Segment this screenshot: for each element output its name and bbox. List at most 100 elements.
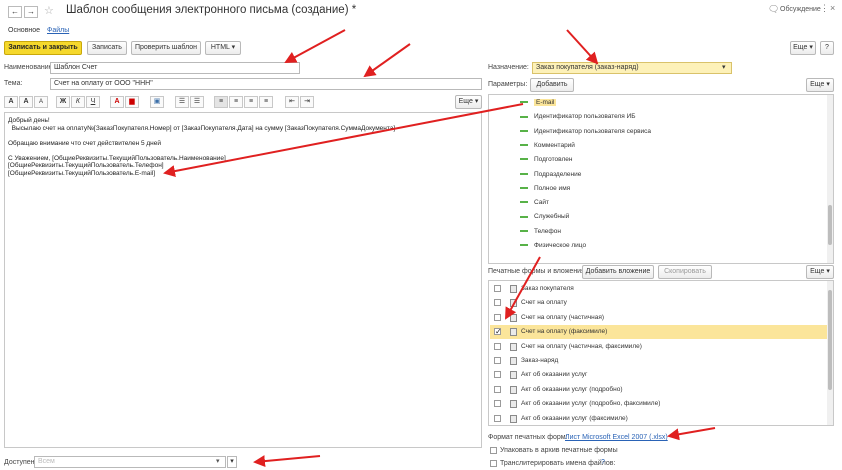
bold-button[interactable]: Ж (56, 96, 70, 108)
print-form-checkbox[interactable] (494, 299, 501, 307)
underline-button[interactable]: Ч (86, 96, 100, 108)
check-template-button[interactable]: Проверить шаблон (131, 41, 201, 55)
print-form-row[interactable]: Акт об оказании услуг (подробно, факсими… (490, 397, 828, 411)
document-icon (510, 357, 517, 365)
more-button-top[interactable]: Еще ▾ (790, 41, 816, 55)
param-dash-icon (520, 101, 528, 104)
param-item[interactable]: Служебный (520, 213, 569, 220)
param-dash-icon (520, 129, 528, 132)
font-increase-button[interactable]: A (19, 96, 33, 108)
print-form-row[interactable]: Заказ покупателя (490, 282, 828, 296)
params-more-label: Еще (810, 81, 825, 88)
format-link[interactable]: Лист Microsoft Excel 2007 (.xlsx) (565, 434, 668, 441)
print-form-checkbox[interactable] (494, 371, 501, 379)
add-attachment-button[interactable]: Добавить вложение (582, 265, 654, 279)
highlight-color-button[interactable]: ▆ (125, 96, 139, 108)
print-form-row[interactable]: Счет на оплату (490, 296, 828, 310)
help-question-icon[interactable]: ? (601, 459, 605, 466)
param-item[interactable]: Идентификатор пользователя ИБ (520, 113, 636, 120)
name-field[interactable]: Шаблон Счет (50, 62, 300, 74)
available-dropdown-icon[interactable]: ▾ (216, 457, 220, 465)
params-more-button[interactable]: Еще ▾ (806, 78, 834, 92)
param-item[interactable]: Подготовлен (520, 156, 572, 163)
print-form-row[interactable]: Акт об оказании услуг (подробно) (490, 383, 828, 397)
document-icon (510, 414, 517, 423)
params-label: Параметры: (488, 81, 528, 88)
align-center-button[interactable]: ≡ (229, 96, 243, 108)
param-item[interactable]: Комментарий (520, 142, 575, 149)
help-button[interactable]: ? (820, 41, 834, 55)
print-form-label: Заказ покупателя (521, 285, 574, 292)
document-icon (510, 328, 517, 337)
param-item[interactable]: Сайт (520, 199, 549, 206)
print-form-label: Счет на оплату (факсимиле) (521, 328, 608, 336)
document-icon (510, 285, 517, 293)
print-form-row[interactable]: Счет на оплату (частичная) (490, 311, 828, 325)
param-item[interactable]: Идентификатор пользователя сервиса (520, 128, 651, 135)
discussion-icon[interactable]: 🗨 (768, 4, 779, 15)
param-item[interactable]: Телефон (520, 228, 561, 235)
message-editor[interactable]: Добрый день! Высылаю счет на оплату№[Зак… (4, 112, 482, 448)
save-close-button[interactable]: Записать и закрыть (4, 41, 82, 55)
add-param-button[interactable]: Добавить (530, 78, 574, 92)
align-left-button[interactable]: ≡ (214, 96, 228, 108)
numbered-list-button[interactable]: ☰ (190, 96, 204, 108)
tab-files[interactable]: Файлы (47, 27, 69, 34)
subject-field[interactable]: Счет на оплату от ООО "ННН" (50, 78, 482, 90)
indent-button[interactable]: ⇥ (300, 96, 314, 108)
align-right-button[interactable]: ≡ (244, 96, 258, 108)
purpose-field[interactable]: Заказ покупателя (заказ-наряд) (532, 62, 732, 74)
tab-main[interactable]: Основное (8, 27, 40, 34)
print-form-row[interactable]: Заказ-наряд (490, 354, 828, 368)
font-decrease-button[interactable]: A (34, 96, 48, 108)
discussion-link[interactable]: Обсуждение (780, 6, 821, 13)
print-form-checkbox[interactable] (494, 313, 501, 321)
transliterate-checkbox[interactable] (490, 460, 497, 467)
print-form-label: Счет на оплату (частичная) (521, 313, 605, 321)
format-more-button[interactable]: Еще ▾ (455, 95, 482, 109)
print-more-label: Еще (810, 268, 825, 275)
print-form-checkbox[interactable] (494, 385, 501, 393)
param-item[interactable]: Подразделение (520, 171, 581, 178)
italic-button[interactable]: К (71, 96, 85, 108)
nav-forward-button[interactable]: → (24, 6, 38, 18)
print-form-row[interactable]: Счет на оплату (частичная, факсимиле) (490, 340, 828, 354)
save-button[interactable]: Записать (87, 41, 127, 55)
print-form-label: Акт об оказании услуг (подробно) (521, 385, 623, 393)
available-open-button[interactable]: ▾ (227, 456, 237, 468)
print-form-checkbox[interactable] (494, 400, 501, 408)
align-justify-button[interactable]: ≡ (259, 96, 273, 108)
document-icon (510, 313, 517, 322)
purpose-dropdown-icon[interactable]: ▾ (722, 63, 726, 71)
insert-image-button[interactable]: ▣ (150, 96, 164, 108)
text-color-button[interactable]: A (110, 96, 124, 108)
param-item[interactable]: Физическое лицо (520, 242, 586, 249)
print-form-checkbox[interactable] (494, 357, 501, 364)
print-form-row[interactable]: ✓ Счет на оплату (факсимиле) (490, 325, 828, 340)
available-field[interactable]: Всем (34, 456, 226, 468)
bullet-list-button[interactable]: ☰ (175, 96, 189, 108)
print-form-checkbox[interactable] (494, 285, 501, 292)
copy-button[interactable]: Скопировать (658, 265, 712, 279)
print-more-button[interactable]: Еще ▾ (806, 265, 834, 279)
print-form-row[interactable]: Акт об оказании услуг (490, 368, 828, 382)
param-label: E-mail (534, 99, 557, 106)
menu-dots-icon[interactable]: ⋮ (820, 3, 829, 14)
favorite-star-icon[interactable]: ☆ (44, 4, 54, 17)
outdent-button[interactable]: ⇤ (285, 96, 299, 108)
arrow-to-subject (363, 43, 411, 78)
html-button[interactable]: HTML ▾ (205, 41, 241, 55)
param-item[interactable]: Полное имя (520, 185, 570, 192)
close-icon[interactable]: × (830, 3, 835, 13)
print-form-checkbox[interactable] (494, 414, 501, 422)
print-form-row[interactable]: Акт об оказании услуг (факсимиле) (490, 412, 828, 426)
params-scroll-thumb[interactable] (828, 205, 832, 245)
archive-checkbox[interactable] (490, 447, 497, 454)
font-size-button[interactable]: A (4, 96, 18, 108)
print-form-checkbox[interactable]: ✓ (494, 328, 502, 336)
nav-back-button[interactable]: ← (8, 6, 22, 18)
forms-scroll-thumb[interactable] (828, 290, 832, 390)
print-form-checkbox[interactable] (494, 342, 501, 350)
print-form-label: Счет на оплату (521, 299, 567, 307)
param-item[interactable]: E-mail (520, 99, 557, 106)
